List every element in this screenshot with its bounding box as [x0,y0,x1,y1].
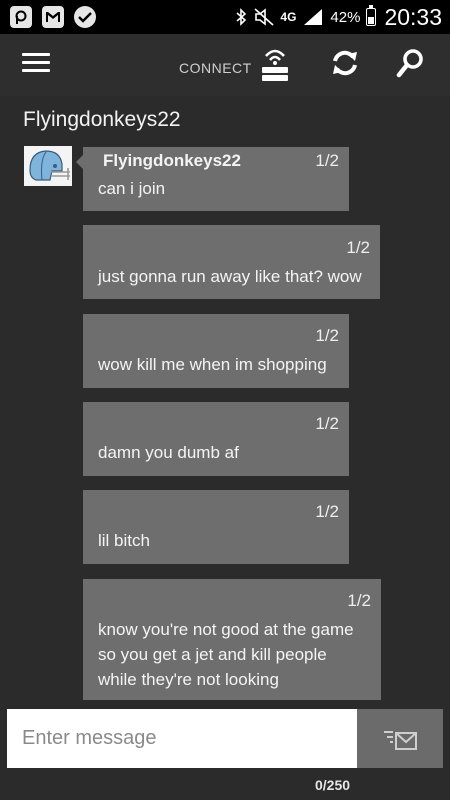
message-bubble[interactable]: 1/2 lil bitch [83,490,349,564]
message-bubble[interactable]: 1/2 damn you dumb af [83,402,349,476]
bubble-pointer [76,155,83,169]
message-sender: Flyingdonkeys22 [103,151,241,170]
mute-icon [254,8,274,26]
message-bubble[interactable]: 1/2 wow kill me when im shopping [83,314,349,388]
send-button[interactable] [357,709,443,768]
connect-label[interactable]: CONNECT [179,60,252,76]
football-helmet-icon [29,150,70,181]
message-text: can i join [98,179,166,198]
check-icon [74,6,96,28]
character-counter: 0/250 [315,777,351,793]
message-bubble[interactable]: Flyingdonkeys22 1/2 can i join [83,147,349,211]
message-text: just gonna run away like that? wow [98,267,362,286]
battery-icon [366,5,377,26]
mail-icon [42,6,64,28]
status-bar: 4G 42% 20:33 [0,0,450,34]
message-text: know you're not good at the game so you … [98,620,354,689]
bluetooth-icon [236,8,247,26]
message-input[interactable] [7,709,357,768]
message-part-count: 1/2 [347,591,371,610]
p-icon [10,6,32,28]
composer: 0/250 [0,700,450,800]
message-bubble[interactable]: 1/2 just gonna run away like that? wow [83,225,380,299]
message-text: damn you dumb af [98,443,239,462]
message-part-count: 1/2 [315,151,339,170]
message-text: lil bitch [98,531,150,550]
message-part-count: 1/2 [346,238,370,257]
signal-icon [304,9,323,25]
hamburger-icon[interactable] [22,51,50,75]
message-part-count: 1/2 [315,326,339,345]
message-part-count: 1/2 [315,414,339,433]
console-connect-icon[interactable] [260,43,290,83]
battery-percent: 42% [330,8,361,26]
search-icon[interactable] [396,48,424,78]
avatar[interactable] [24,146,72,186]
message-text: wow kill me when im shopping [98,355,327,374]
refresh-icon[interactable] [330,48,360,78]
message-part-count: 1/2 [315,502,339,521]
conversation-title: Flyingdonkeys22 [23,108,181,131]
send-message-icon [384,730,417,750]
message-bubble[interactable]: 1/2 know you're not good at the game so … [83,579,381,701]
app-bar: CONNECT [0,34,450,96]
network-type: 4G [280,10,297,24]
clock: 20:33 [384,3,442,30]
